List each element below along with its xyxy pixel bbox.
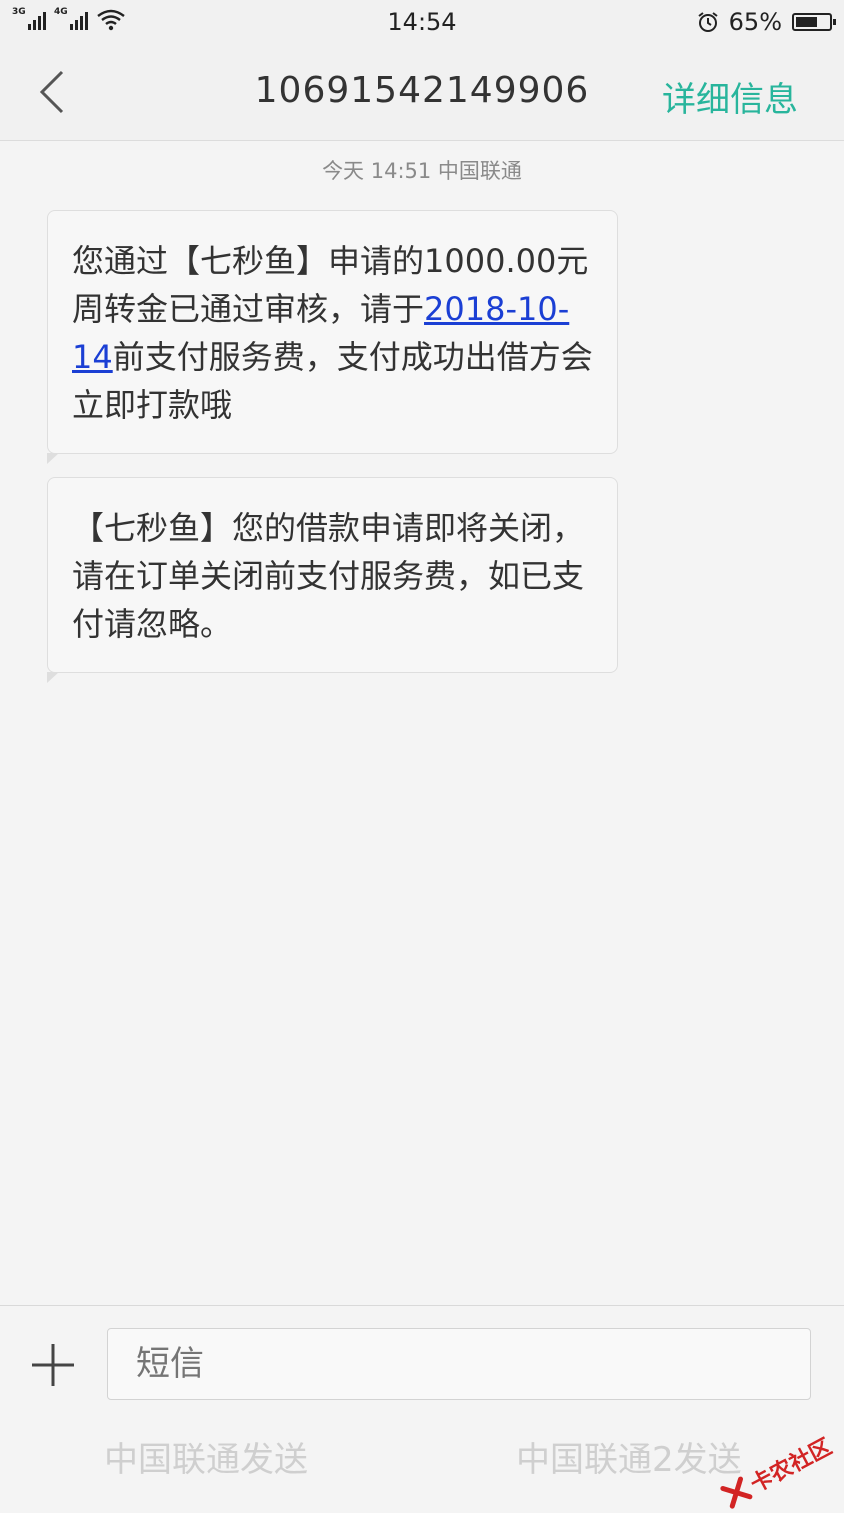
battery-icon: [792, 13, 836, 31]
status-bar: 3G 4G 14:54 65%: [0, 0, 844, 46]
status-right: 65%: [697, 8, 836, 36]
conversation-header: 10691542149906 详细信息: [0, 46, 844, 141]
message-text: 【七秒鱼】您的借款申请即将关闭，请在订单关闭前支付服务费，如已支付请忽略。: [72, 509, 585, 643]
message-timestamp: 今天 14:51 中国联通: [322, 159, 522, 183]
alarm-clock-icon: [698, 12, 718, 32]
message-list[interactable]: 今天 14:51 中国联通 您通过【七秒鱼】申请的1000.00元周转金已通过审…: [0, 141, 844, 1305]
send-sim1-button[interactable]: 中国联通发送: [104, 1432, 308, 1481]
add-attachment-icon[interactable]: [30, 1342, 76, 1388]
details-button[interactable]: 详细信息: [662, 72, 798, 121]
composer-bar: 中国联通发送 中国联通2发送 卡农社区: [0, 1305, 844, 1509]
message-bubble[interactable]: 【七秒鱼】您的借款申请即将关闭，请在订单关闭前支付服务费，如已支付请忽略。: [47, 477, 618, 683]
battery-level: [796, 17, 817, 27]
sms-input[interactable]: [107, 1328, 811, 1400]
send-sim2-button[interactable]: 中国联通2发送: [516, 1432, 742, 1481]
message-text: 前支付服务费，支付成功出借方会立即打款哦: [72, 338, 593, 424]
message-bubble[interactable]: 您通过【七秒鱼】申请的1000.00元周转金已通过审核，请于2018-10-14…: [47, 210, 618, 464]
watermark-text: 卡农社区: [746, 1434, 837, 1498]
battery-percent: 65%: [728, 8, 782, 36]
